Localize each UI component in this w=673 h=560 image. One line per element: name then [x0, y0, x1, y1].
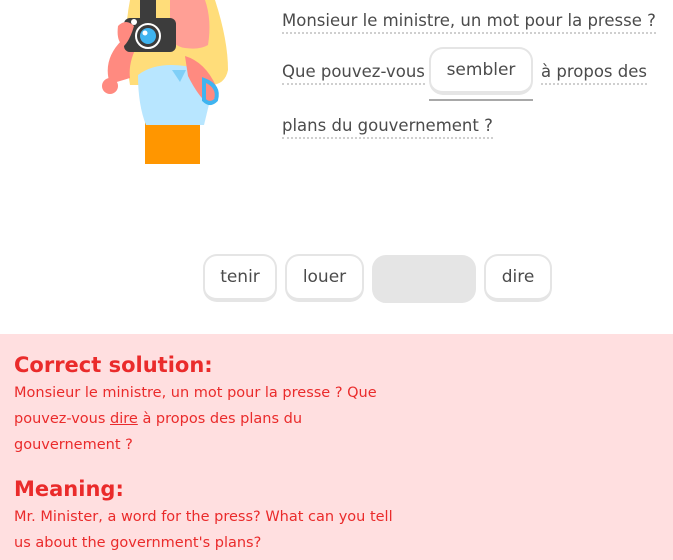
meaning-heading: Meaning:: [14, 477, 124, 501]
selected-answer-chip[interactable]: sembler: [429, 47, 533, 95]
meaning-text: Mr. Minister, a word for the press? What…: [14, 504, 414, 556]
solution-line-2: pouvez-vous dire à propos des plans du: [14, 406, 414, 432]
correct-solution-text: Monsieur le ministre, un mot pour la pre…: [14, 380, 414, 458]
word-option-louer[interactable]: louer: [285, 254, 364, 302]
sentence-line-2-end: à propos des: [541, 62, 647, 85]
word-option-tenir[interactable]: tenir: [203, 254, 277, 302]
sentence-text: Monsieur le ministre, un mot pour la pre…: [282, 11, 656, 34]
sentence-line-3: plans du gouvernement ?: [282, 116, 493, 139]
solution-text: à propos des plans du: [142, 411, 303, 427]
feedback-panel: Correct solution: Monsieur le ministre, …: [0, 334, 673, 560]
word-option-placeholder: [372, 255, 476, 303]
meaning-line-2: us about the government's plans?: [14, 535, 262, 551]
solution-text: pouvez-vous: [14, 411, 106, 427]
sentence-text: plans du gouvernement ?: [282, 116, 493, 139]
photographer-illustration: [102, 0, 228, 164]
correct-solution-heading: Correct solution:: [14, 353, 213, 377]
solution-highlight-word: dire: [110, 411, 138, 427]
sentence-line-1: Monsieur le ministre, un mot pour la pre…: [282, 11, 656, 34]
word-option-dire[interactable]: dire: [484, 254, 552, 302]
sentence-text: à propos des: [541, 62, 647, 85]
answer-slot[interactable]: sembler: [429, 47, 533, 101]
meaning-line-1: Mr. Minister, a word for the press? What…: [14, 509, 393, 525]
sentence-text: Que pouvez-vous: [282, 62, 425, 85]
solution-line-1: Monsieur le ministre, un mot pour la pre…: [14, 385, 377, 401]
sentence-line-2-start: Que pouvez-vous: [282, 62, 425, 85]
solution-line-3: gouvernement ?: [14, 437, 133, 453]
